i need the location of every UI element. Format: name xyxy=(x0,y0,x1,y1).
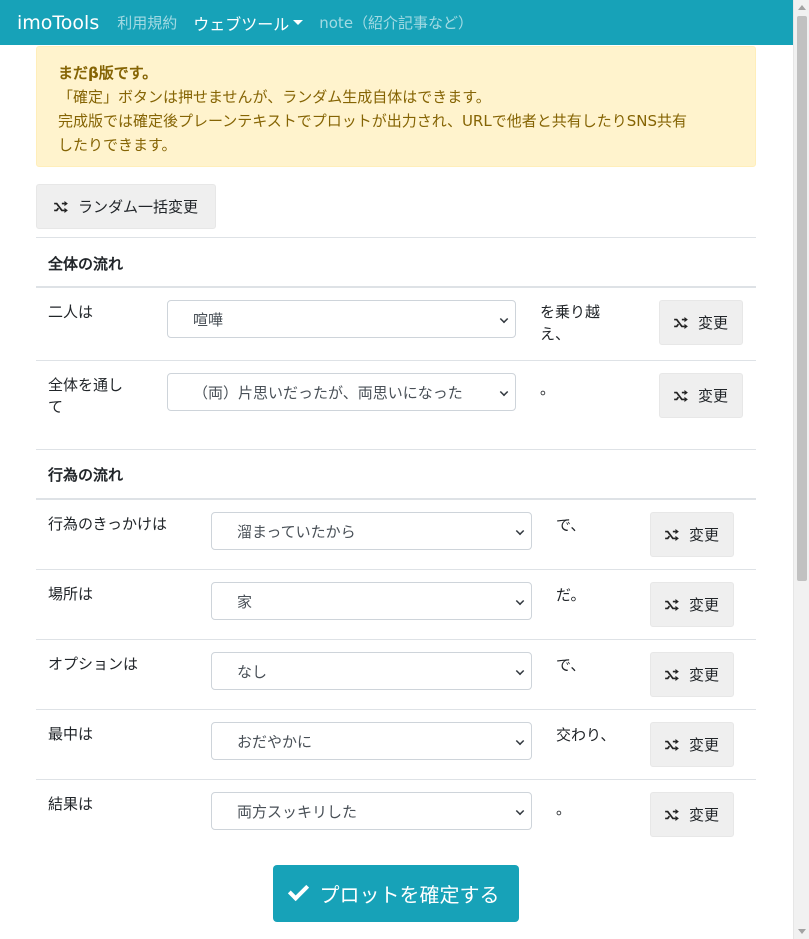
nav-dropdown-webtools[interactable]: ウェブツール xyxy=(193,11,304,35)
divider xyxy=(36,709,756,710)
navbar: imoTools 利用規約 ウェブツール note（紹介記事など） xyxy=(0,0,793,45)
select-place[interactable]: 家 xyxy=(211,582,532,620)
shuffle-icon xyxy=(674,316,688,329)
select-option-value: なし xyxy=(237,662,268,681)
divider xyxy=(36,498,756,500)
change-button-place[interactable]: 変更 xyxy=(650,582,734,627)
change-button-relationship[interactable]: 変更 xyxy=(659,373,743,418)
row-suffix-period: 。 xyxy=(556,800,572,818)
row-suffix-overcome: を乗り越 え、 xyxy=(540,303,601,343)
alert-line-1: 「確定」ボタンは押せませんが、ランダム生成自体はできます。 xyxy=(58,88,491,106)
change-button-conflict[interactable]: 変更 xyxy=(659,300,743,345)
scroll-up-icon[interactable] xyxy=(798,5,806,10)
change-label: 変更 xyxy=(688,666,719,684)
scroll-down-icon[interactable] xyxy=(798,929,806,934)
row-suffix-de: で、 xyxy=(556,656,586,674)
divider xyxy=(36,360,756,361)
select-during[interactable]: おだやかに xyxy=(211,722,532,760)
row-label-throughout: 全体を通して xyxy=(48,376,124,416)
change-label: 変更 xyxy=(688,806,719,824)
select-relationship-value: （両）片思いだったが、両思いになった xyxy=(193,383,463,402)
row-label-option: オプションは xyxy=(48,655,139,673)
divider xyxy=(36,237,756,238)
row-suffix-de: で、 xyxy=(556,516,586,534)
select-option[interactable]: なし xyxy=(211,652,532,690)
section-title-act: 行為の流れ xyxy=(48,466,124,484)
chevron-down-icon xyxy=(515,596,525,606)
change-button-result[interactable]: 変更 xyxy=(650,792,734,837)
nav-link-note[interactable]: note（紹介記事など） xyxy=(319,12,473,33)
chevron-down-icon xyxy=(499,387,509,397)
change-label: 変更 xyxy=(697,387,728,405)
scrollbar-thumb[interactable] xyxy=(797,16,807,581)
select-place-value: 家 xyxy=(237,592,253,611)
shuffle-icon xyxy=(665,598,679,611)
shuffle-icon xyxy=(665,808,679,821)
caret-down-icon xyxy=(293,20,304,25)
chevron-down-icon xyxy=(515,526,525,536)
row-suffix-majiwari: 交わり、 xyxy=(556,726,616,744)
shuffle-icon xyxy=(665,738,679,751)
change-button-option[interactable]: 変更 xyxy=(650,652,734,697)
select-result[interactable]: 両方スッキリした xyxy=(211,792,532,830)
nav-link-terms[interactable]: 利用規約 xyxy=(117,12,177,33)
random-all-button[interactable]: ランダム一括変更 xyxy=(36,184,216,229)
chevron-down-icon xyxy=(515,806,525,816)
select-result-value: 両方スッキリした xyxy=(237,802,358,821)
confirm-plot-label: プロットを確定する xyxy=(319,883,500,907)
change-label: 変更 xyxy=(688,596,719,614)
divider xyxy=(36,286,756,288)
select-conflict[interactable]: 喧嘩 xyxy=(167,300,516,338)
row-label-place: 場所は xyxy=(48,585,94,603)
row-label-result: 結果は xyxy=(48,795,94,813)
change-button-during[interactable]: 変更 xyxy=(650,722,734,767)
shuffle-icon xyxy=(674,389,688,402)
chevron-down-icon xyxy=(499,314,509,324)
beta-alert: まだβ版です。 「確定」ボタンは押せませんが、ランダム生成自体はできます。 完成… xyxy=(36,46,756,167)
change-button-trigger[interactable]: 変更 xyxy=(650,512,734,557)
scrollbar[interactable] xyxy=(793,0,809,939)
divider xyxy=(36,569,756,570)
select-relationship[interactable]: （両）片思いだったが、両思いになった xyxy=(167,373,516,411)
select-conflict-value: 喧嘩 xyxy=(193,310,224,329)
divider xyxy=(36,449,756,450)
nav-dropdown-webtools-label: ウェブツール xyxy=(193,14,290,34)
shuffle-icon xyxy=(54,200,68,213)
alert-line-3: したりできます。 xyxy=(58,136,177,154)
select-during-value: おだやかに xyxy=(237,732,313,751)
row-label-during: 最中は xyxy=(48,725,94,743)
divider xyxy=(36,779,756,780)
section-title-overall: 全体の流れ xyxy=(48,255,124,273)
chevron-down-icon xyxy=(515,736,525,746)
alert-line-2: 完成版では確定後プレーンテキストでプロットが出力され、URLで他者と共有したりS… xyxy=(58,112,687,130)
select-trigger-value: 溜まっていたから xyxy=(237,522,356,541)
row-label-two-people: 二人は xyxy=(48,303,94,321)
row-suffix-da: だ。 xyxy=(556,586,586,604)
divider xyxy=(36,639,756,640)
change-label: 変更 xyxy=(697,314,728,332)
select-trigger[interactable]: 溜まっていたから xyxy=(211,512,532,550)
random-all-label: ランダム一括変更 xyxy=(77,198,198,216)
alert-title: まだβ版です。 xyxy=(58,64,158,82)
confirm-plot-button[interactable]: プロットを確定する xyxy=(273,865,519,922)
change-label: 変更 xyxy=(688,736,719,754)
chevron-down-icon xyxy=(515,666,525,676)
change-label: 変更 xyxy=(688,526,719,544)
shuffle-icon xyxy=(665,528,679,541)
check-icon xyxy=(287,879,309,902)
shuffle-icon xyxy=(665,668,679,681)
row-suffix-period: 。 xyxy=(540,380,556,398)
row-label-trigger: 行為のきっかけは xyxy=(48,515,167,533)
brand-logo[interactable]: imoTools xyxy=(17,12,99,34)
